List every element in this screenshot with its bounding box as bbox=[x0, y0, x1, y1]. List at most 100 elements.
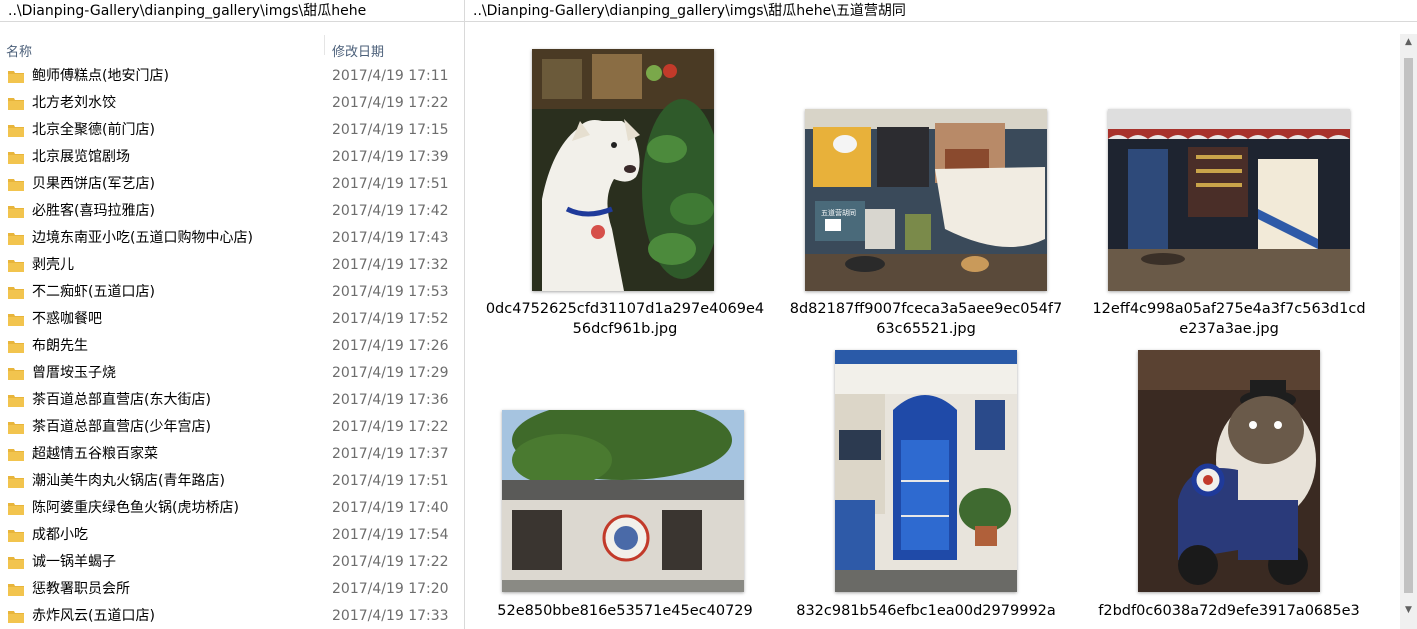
folder-row[interactable]: 鲍师傅糕点(地安门店) 2017/4/19 17:11 bbox=[0, 63, 464, 90]
folder-name: 边境东南亚小吃(五道口购物中心店) bbox=[32, 230, 253, 246]
folder-row[interactable]: 北方老刘水饺 2017/4/19 17:22 bbox=[0, 90, 464, 117]
folder-icon bbox=[8, 422, 24, 434]
folder-date: 2017/4/19 17:36 bbox=[332, 392, 449, 408]
image-caption: 0dc4752625cfd31107d1a297e4069e456dcf961b… bbox=[485, 301, 765, 337]
folder-name: 不二痴虾(五道口店) bbox=[32, 284, 155, 300]
column-header-date[interactable]: 修改日期 bbox=[332, 41, 384, 60]
shop-interior-photo[interactable]: 五道营胡同 bbox=[805, 109, 1047, 291]
column-header-name[interactable]: 名称 bbox=[6, 41, 32, 60]
image-caption: 832c981b546efbc1ea00d2979992a bbox=[796, 603, 1056, 619]
folder-icon bbox=[8, 368, 24, 380]
folder-name: 必胜客(喜玛拉雅店) bbox=[32, 203, 155, 219]
hutong-building-photo[interactable] bbox=[502, 410, 744, 592]
left-path-bar[interactable]: ..\Dianping-Gallery\dianping_gallery\img… bbox=[0, 0, 464, 22]
folder-name: 成都小吃 bbox=[32, 527, 88, 543]
folder-name: 茶百道总部直营店(少年宫店) bbox=[32, 419, 211, 435]
dog-photo[interactable] bbox=[532, 49, 714, 291]
column-divider[interactable] bbox=[324, 35, 325, 55]
scroll-down-icon[interactable]: ▼ bbox=[1400, 602, 1417, 619]
folder-name: 北京全聚德(前门店) bbox=[32, 122, 155, 138]
folder-row[interactable]: 边境东南亚小吃(五道口购物中心店) 2017/4/19 17:43 bbox=[0, 225, 464, 252]
folder-row[interactable]: 惩教署职员会所 2017/4/19 17:20 bbox=[0, 576, 464, 603]
folder-icon bbox=[8, 287, 24, 299]
folder-row[interactable]: 超越情五谷粮百家菜 2017/4/19 17:37 bbox=[0, 441, 464, 468]
folder-icon bbox=[8, 341, 24, 353]
folder-icon bbox=[8, 98, 24, 110]
vertical-scrollbar[interactable]: ▲ ▼ bbox=[1400, 34, 1417, 629]
folder-date: 2017/4/19 17:37 bbox=[332, 446, 449, 462]
folder-icon bbox=[8, 71, 24, 83]
folder-date: 2017/4/19 17:26 bbox=[332, 338, 449, 354]
folder-date: 2017/4/19 17:22 bbox=[332, 554, 449, 570]
folder-date: 2017/4/19 17:32 bbox=[332, 257, 449, 273]
folder-date: 2017/4/19 17:11 bbox=[332, 68, 449, 84]
blue-door-photo[interactable] bbox=[835, 350, 1017, 592]
folder-date: 2017/4/19 17:51 bbox=[332, 176, 449, 192]
folder-row[interactable]: 贝果西饼店(军艺店) 2017/4/19 17:51 bbox=[0, 171, 464, 198]
folder-row[interactable]: 北京展览馆剧场 2017/4/19 17:39 bbox=[0, 144, 464, 171]
folder-row[interactable]: 曾厝垵玉子烧 2017/4/19 17:29 bbox=[0, 360, 464, 387]
folder-icon bbox=[8, 206, 24, 218]
folder-row[interactable]: 成都小吃 2017/4/19 17:54 bbox=[0, 522, 464, 549]
folder-row[interactable]: 茶百道总部直营店(少年宫店) 2017/4/19 17:22 bbox=[0, 414, 464, 441]
folder-row[interactable]: 赤炸风云(五道口店) 2017/4/19 17:33 bbox=[0, 603, 464, 629]
folder-row[interactable]: 不二痴虾(五道口店) 2017/4/19 17:53 bbox=[0, 279, 464, 306]
folder-icon bbox=[8, 584, 24, 596]
folder-icon bbox=[8, 179, 24, 191]
folder-icon bbox=[8, 260, 24, 272]
folder-row[interactable]: 布朗先生 2017/4/19 17:26 bbox=[0, 333, 464, 360]
folder-date: 2017/4/19 17:33 bbox=[332, 608, 449, 624]
folder-name: 北方老刘水饺 bbox=[32, 95, 116, 111]
folder-row[interactable]: 陈阿婆重庆绿色鱼火锅(虎坊桥店) 2017/4/19 17:40 bbox=[0, 495, 464, 522]
folder-date: 2017/4/19 17:22 bbox=[332, 95, 449, 111]
scroll-thumb[interactable] bbox=[1404, 58, 1413, 593]
folder-icon bbox=[8, 395, 24, 407]
folder-list: 名称 修改日期 鲍师傅糕点(地安门店) 2017/4/19 17:11 北方老刘水饺… bbox=[0, 23, 464, 629]
storefront-photo[interactable] bbox=[1108, 109, 1350, 291]
folder-date: 2017/4/19 17:39 bbox=[332, 149, 449, 165]
folder-icon bbox=[8, 314, 24, 326]
folder-icon bbox=[8, 233, 24, 245]
folder-name: 陈阿婆重庆绿色鱼火锅(虎坊桥店) bbox=[32, 500, 239, 516]
folder-date: 2017/4/19 17:40 bbox=[332, 500, 449, 516]
scooter-statue-photo[interactable] bbox=[1138, 350, 1320, 592]
folder-name: 剥壳儿 bbox=[32, 257, 74, 273]
right-path-bar[interactable]: ..\Dianping-Gallery\dianping_gallery\img… bbox=[465, 0, 1417, 22]
folder-name: 诚一锅羊蝎子 bbox=[32, 554, 116, 570]
image-caption: 12eff4c998a05af275e4a3f7c563d1cde237a3ae… bbox=[1092, 301, 1366, 337]
folder-row[interactable]: 不惑咖餐吧 2017/4/19 17:52 bbox=[0, 306, 464, 333]
folder-row[interactable]: 诚一锅羊蝎子 2017/4/19 17:22 bbox=[0, 549, 464, 576]
folder-name: 曾厝垵玉子烧 bbox=[32, 365, 116, 381]
folder-row[interactable]: 潮汕美牛肉丸火锅店(青年路店) 2017/4/19 17:51 bbox=[0, 468, 464, 495]
folder-name: 茶百道总部直营店(东大街店) bbox=[32, 392, 211, 408]
folder-name: 不惑咖餐吧 bbox=[32, 311, 102, 327]
svg-text:五道营胡同: 五道营胡同 bbox=[821, 208, 856, 217]
list-header: 名称 修改日期 bbox=[0, 23, 464, 60]
image-caption: 8d82187ff9007fceca3a5aee9ec054f763c65521… bbox=[789, 301, 1063, 337]
scroll-up-icon[interactable]: ▲ bbox=[1400, 34, 1417, 51]
folder-row[interactable]: 北京全聚德(前门店) 2017/4/19 17:15 bbox=[0, 117, 464, 144]
folder-row[interactable]: 剥壳儿 2017/4/19 17:32 bbox=[0, 252, 464, 279]
folder-icon bbox=[8, 125, 24, 137]
folder-name: 贝果西饼店(军艺店) bbox=[32, 176, 155, 192]
folder-date: 2017/4/19 17:51 bbox=[332, 473, 449, 489]
folder-icon bbox=[8, 503, 24, 515]
folder-row[interactable]: 必胜客(喜玛拉雅店) 2017/4/19 17:42 bbox=[0, 198, 464, 225]
folder-rows: 鲍师傅糕点(地安门店) 2017/4/19 17:11 北方老刘水饺 2017/4/1… bbox=[0, 63, 464, 629]
folder-name: 潮汕美牛肉丸火锅店(青年路店) bbox=[32, 473, 225, 489]
folder-icon bbox=[8, 152, 24, 164]
folder-date: 2017/4/19 17:54 bbox=[332, 527, 449, 543]
folder-date: 2017/4/19 17:43 bbox=[332, 230, 449, 246]
folder-icon bbox=[8, 449, 24, 461]
folder-icon bbox=[8, 557, 24, 569]
folder-date: 2017/4/19 17:53 bbox=[332, 284, 449, 300]
folder-date: 2017/4/19 17:22 bbox=[332, 419, 449, 435]
folder-name: 惩教署职员会所 bbox=[32, 581, 130, 597]
folder-date: 2017/4/19 17:42 bbox=[332, 203, 449, 219]
folder-name: 鲍师傅糕点(地安门店) bbox=[32, 68, 169, 84]
folder-date: 2017/4/19 17:29 bbox=[332, 365, 449, 381]
folder-name: 赤炸风云(五道口店) bbox=[32, 608, 155, 624]
image-caption: 52e850bbe816e53571e45ec40729 bbox=[497, 603, 753, 619]
folder-row[interactable]: 茶百道总部直营店(东大街店) 2017/4/19 17:36 bbox=[0, 387, 464, 414]
folder-icon bbox=[8, 476, 24, 488]
